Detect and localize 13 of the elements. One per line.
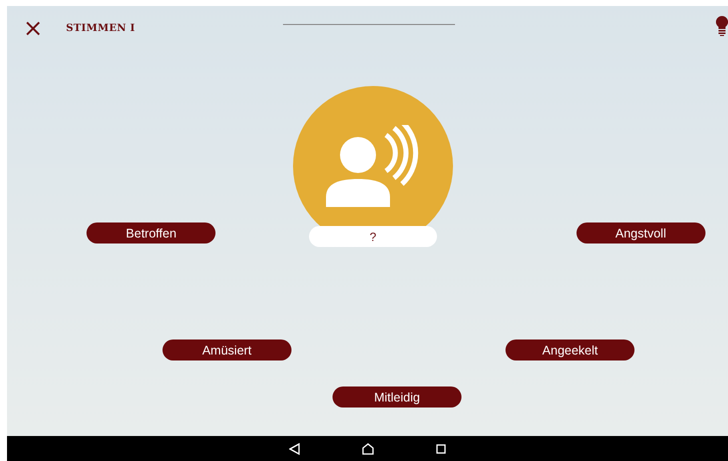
lightbulb-icon[interactable] (716, 16, 728, 36)
close-button[interactable]: × (23, 18, 39, 38)
speaking-person-icon (326, 125, 420, 207)
screen-title: STIMMEN I (66, 22, 136, 34)
recent-apps-icon[interactable] (436, 444, 446, 454)
answer-option-button[interactable]: Mitleidig (332, 386, 462, 408)
answer-field: ? (309, 226, 437, 247)
home-icon[interactable] (362, 442, 374, 454)
answer-option-button[interactable]: Angstvoll (576, 222, 706, 244)
answer-option-button[interactable]: Angeekelt (506, 340, 635, 361)
back-icon[interactable] (289, 442, 300, 454)
answer-option-button[interactable]: Betroffen (86, 222, 216, 244)
answer-option-button[interactable]: Amüsiert (162, 340, 292, 361)
